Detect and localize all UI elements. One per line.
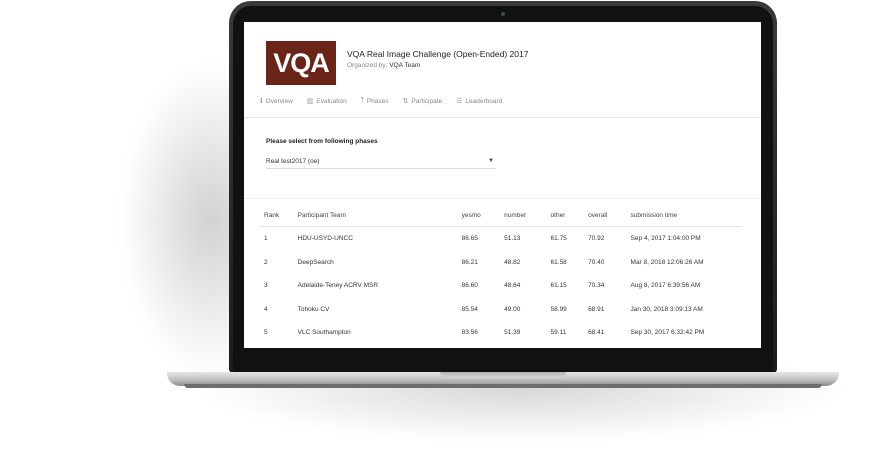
leaderboard-table: Rank Participant Team yes/no number othe… — [260, 204, 742, 345]
tab-overview[interactable]: ℹ Overview — [260, 97, 293, 106]
other-cell: 59.11 — [550, 329, 567, 337]
team-cell: Adelaide-Teney ACRV MSR — [297, 282, 379, 290]
col-rank[interactable]: Rank — [260, 204, 294, 227]
laptop-opening-notch — [440, 372, 566, 378]
section-divider — [244, 198, 761, 199]
col-yes-no[interactable]: yes/no — [457, 204, 501, 227]
col-overall[interactable]: overall — [584, 204, 627, 227]
team-cell: Tohoku CV — [297, 305, 330, 313]
yes-no-cell: 85.54 — [461, 305, 478, 313]
phases-icon: ⤒ — [360, 97, 364, 104]
info-icon: ℹ — [260, 98, 263, 105]
col-number[interactable]: number — [500, 204, 547, 227]
tab-label: Phases — [366, 97, 389, 105]
challenge-title: VQA Real Image Challenge (Open-Ended) 20… — [347, 49, 529, 59]
col-other[interactable]: other — [546, 204, 585, 227]
other-cell: 58.99 — [550, 305, 567, 313]
table-row: 5 VLC Southampton 83.56 51.39 59.11 68.4… — [260, 321, 742, 345]
number-cell: 48.64 — [504, 282, 521, 290]
logo-text: VQA — [273, 47, 330, 78]
number-cell: 51.39 — [504, 329, 521, 337]
other-cell: 61.75 — [550, 235, 567, 243]
tab-participate[interactable]: ⇅ Participate — [402, 97, 443, 106]
overall-cell: 68.91 — [588, 305, 605, 313]
phase-select[interactable]: Real test2017 (oe) ▼ — [266, 154, 496, 169]
submission-time-cell: Jan 30, 2018 3:09:13 AM — [630, 305, 703, 313]
rank-cell: 5 — [264, 329, 268, 337]
yes-no-cell: 86.60 — [461, 282, 478, 290]
submission-time-cell: Mar 8, 2018 12:06:26 AM — [630, 258, 704, 266]
rank-cell: 4 — [264, 305, 268, 313]
overall-cell: 68.41 — [588, 329, 605, 337]
submission-time-cell: Aug 8, 2017 6:39:56 AM — [630, 282, 701, 290]
phase-select-value: Real test2017 (oe) — [266, 157, 320, 165]
webcam — [501, 12, 505, 16]
other-cell: 61.15 — [550, 282, 567, 290]
tab-evaluation[interactable]: ▥ Evaluation — [306, 97, 347, 106]
rank-cell: 3 — [264, 282, 268, 290]
laptop-screen: VQA VQA Real Image Challenge (Open-Ended… — [244, 22, 761, 348]
table-header-row: Rank Participant Team yes/no number othe… — [260, 204, 742, 227]
organized-by-label: Organized by: — [347, 62, 388, 69]
laptop-base-edge — [184, 384, 822, 388]
yes-no-cell: 86.65 — [461, 235, 478, 243]
rank-cell: 1 — [264, 235, 268, 243]
participate-icon: ⇅ — [402, 98, 409, 105]
overall-cell: 70.92 — [588, 235, 605, 243]
submission-time-cell: Sep 4, 2017 1:04:00 PM — [630, 235, 701, 243]
col-team[interactable]: Participant Team — [293, 204, 458, 227]
submission-time-cell: Sep 30, 2017 6:32:42 PM — [630, 329, 705, 337]
table-row: 1 HDU-USYD-UNCC 86.65 51.13 61.75 70.92 … — [260, 227, 742, 251]
tab-label: Leaderboard — [465, 97, 503, 105]
list-icon: ☰ — [456, 98, 463, 105]
tab-leaderboard[interactable]: ☰ Leaderboard — [456, 97, 503, 106]
tab-label: Evaluation — [316, 97, 347, 105]
table-row: 3 Adelaide-Teney ACRV MSR 86.60 48.64 61… — [260, 274, 742, 298]
caret-down-icon: ▼ — [488, 158, 494, 164]
challenge-logo: VQA — [266, 41, 336, 85]
organizer-line: Organized by: VQA Team — [347, 62, 420, 69]
tab-phases[interactable]: ⤒ Phases — [361, 97, 389, 105]
tab-label: Overview — [265, 97, 293, 105]
yes-no-cell: 86.21 — [461, 258, 478, 266]
challenge-header: VQA VQA Real Image Challenge (Open-Ended… — [244, 22, 761, 118]
challenge-tabs: ℹ Overview ▥ Evaluation ⤒ Phases ⇅ Parti… — [260, 97, 502, 105]
table-row: 4 Tohoku CV 85.54 49.00 58.99 68.91 Jan … — [260, 298, 742, 322]
number-cell: 49.00 — [504, 305, 521, 313]
team-cell: DeepSearch — [297, 258, 334, 266]
other-cell: 61.58 — [550, 258, 567, 266]
overall-cell: 70.34 — [588, 282, 605, 290]
tab-label: Participate — [411, 97, 443, 105]
team-cell: VLC Southampton — [297, 329, 351, 337]
table-row: 2 DeepSearch 86.21 48.82 61.58 70.40 Mar… — [260, 251, 742, 275]
organizer-name: VQA Team — [389, 62, 421, 69]
leaderboard-panel: Please select from following phases Real… — [244, 118, 761, 348]
yes-no-cell: 83.56 — [461, 329, 478, 337]
bar-chart-icon: ▥ — [306, 98, 314, 105]
rank-cell: 2 — [264, 258, 268, 266]
overall-cell: 70.40 — [588, 258, 605, 266]
team-cell: HDU-USYD-UNCC — [297, 235, 353, 243]
col-submission-time[interactable]: submission time — [626, 204, 742, 227]
number-cell: 51.13 — [504, 235, 521, 243]
number-cell: 48.82 — [504, 258, 521, 266]
phase-select-label: Please select from following phases — [266, 138, 378, 145]
